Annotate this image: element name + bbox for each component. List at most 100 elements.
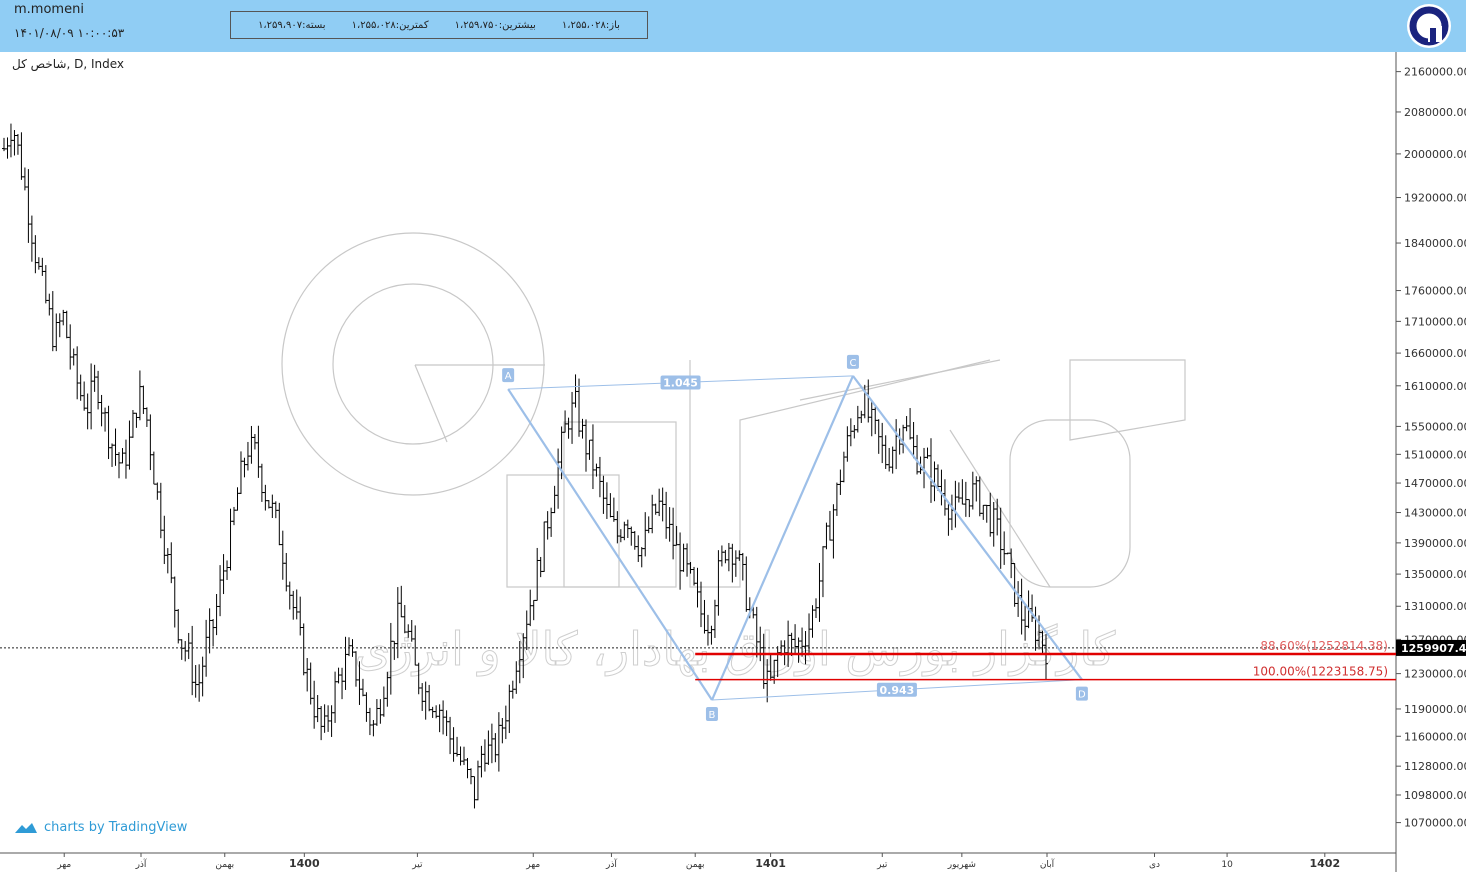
- candle: [270, 494, 275, 519]
- x-tick-label: دی: [1149, 860, 1160, 870]
- price-chart[interactable]: کارگزار بورس اوراق بهادار، کالا و انرژی …: [0, 0, 1466, 872]
- candle: [545, 511, 550, 540]
- y-tick-label: 1660000.00: [1404, 347, 1466, 360]
- candle: [744, 556, 749, 612]
- candle: [40, 257, 45, 276]
- candle: [36, 257, 41, 270]
- y-tick-label: 1160000.00: [1404, 730, 1466, 743]
- candle: [78, 374, 83, 401]
- candle: [597, 456, 602, 498]
- candle: [12, 130, 17, 156]
- candle: [566, 417, 571, 439]
- candle: [528, 589, 533, 627]
- candle: [587, 439, 592, 460]
- candle: [214, 593, 219, 636]
- candle: [834, 482, 839, 516]
- candle: [364, 692, 369, 722]
- candle: [883, 435, 888, 469]
- candle: [399, 585, 404, 618]
- y-tick-label: 1840000.00: [1404, 237, 1466, 250]
- y-tick-label: 1920000.00: [1404, 192, 1466, 205]
- candle: [193, 665, 198, 698]
- candle: [427, 684, 432, 712]
- current-price-label: 1259907.42: [1401, 642, 1466, 655]
- x-tick-label: تیر: [876, 860, 888, 870]
- candle: [698, 581, 703, 628]
- candle: [949, 494, 954, 531]
- candle: [573, 374, 578, 408]
- candle: [75, 346, 80, 400]
- candle: [740, 552, 745, 581]
- candle: [134, 412, 139, 428]
- candle: [1009, 548, 1014, 579]
- candle: [430, 706, 435, 718]
- candle: [249, 425, 254, 464]
- candle: [960, 479, 965, 505]
- fib-label: 100.00%(1223158.75): [1253, 665, 1388, 679]
- candle: [256, 425, 261, 478]
- candle: [5, 137, 10, 159]
- candle: [939, 469, 944, 506]
- ratio-bd-label: 0.943: [880, 684, 915, 697]
- candle: [730, 543, 735, 583]
- x-axis[interactable]: مهر آذر بهمن 1400 تیر مهر آذر بهمن 1401 تیر شهریور…: [56, 853, 1340, 870]
- candle: [211, 619, 216, 647]
- candle: [636, 535, 641, 562]
- candle: [235, 487, 240, 511]
- candle: [897, 428, 902, 455]
- y-axis[interactable]: 2160000.00 2080000.00 2000000.00 1920000.00…: [1396, 66, 1466, 830]
- candle: [381, 686, 386, 717]
- tradingview-attribution[interactable]: charts by TradingView: [14, 820, 187, 835]
- candle: [953, 480, 958, 528]
- candle: [221, 554, 226, 595]
- watermark: [281, 232, 1186, 588]
- candle: [974, 476, 979, 502]
- candle: [535, 547, 540, 601]
- candle: [890, 446, 895, 474]
- y-tick-label: 1760000.00: [1404, 285, 1466, 298]
- x-tick-label: مهر: [525, 860, 540, 870]
- candle: [367, 707, 372, 736]
- candle: [674, 525, 679, 546]
- candle: [329, 705, 334, 737]
- candle: [172, 576, 177, 628]
- candle: [716, 550, 721, 616]
- x-tick-label: 1400: [289, 857, 320, 870]
- x-tick-label: بهمن: [686, 860, 705, 870]
- candle: [650, 494, 655, 534]
- candle: [336, 667, 341, 684]
- candle: [347, 637, 352, 657]
- candle: [312, 680, 317, 729]
- candle: [984, 504, 989, 523]
- candle: [284, 552, 289, 592]
- candle: [880, 422, 885, 464]
- candle: [259, 463, 264, 502]
- candle: [444, 710, 449, 737]
- candle: [1012, 563, 1017, 607]
- x-tick-label: بهمن: [215, 860, 234, 870]
- candle: [733, 550, 738, 577]
- y-tick-label: 1510000.00: [1404, 448, 1466, 461]
- candle: [120, 448, 125, 464]
- candle: [103, 407, 108, 432]
- candle: [549, 507, 554, 537]
- x-tick-label: آبان: [1040, 858, 1055, 870]
- y-tick-label: 1310000.00: [1404, 600, 1466, 613]
- candle: [503, 705, 508, 740]
- candle: [437, 704, 442, 733]
- candle: [144, 407, 149, 427]
- candle: [841, 451, 846, 483]
- candle: [123, 439, 128, 479]
- candle: [61, 309, 66, 326]
- candle: [110, 443, 115, 467]
- candle: [273, 501, 278, 519]
- candle: [848, 418, 853, 447]
- candle: [688, 561, 693, 574]
- candle: [838, 469, 843, 495]
- candle: [68, 324, 73, 370]
- candle: [200, 656, 205, 697]
- candle: [266, 500, 271, 509]
- candle: [590, 424, 595, 490]
- y-tick-label: 2080000.00: [1404, 106, 1466, 119]
- candle: [8, 123, 13, 158]
